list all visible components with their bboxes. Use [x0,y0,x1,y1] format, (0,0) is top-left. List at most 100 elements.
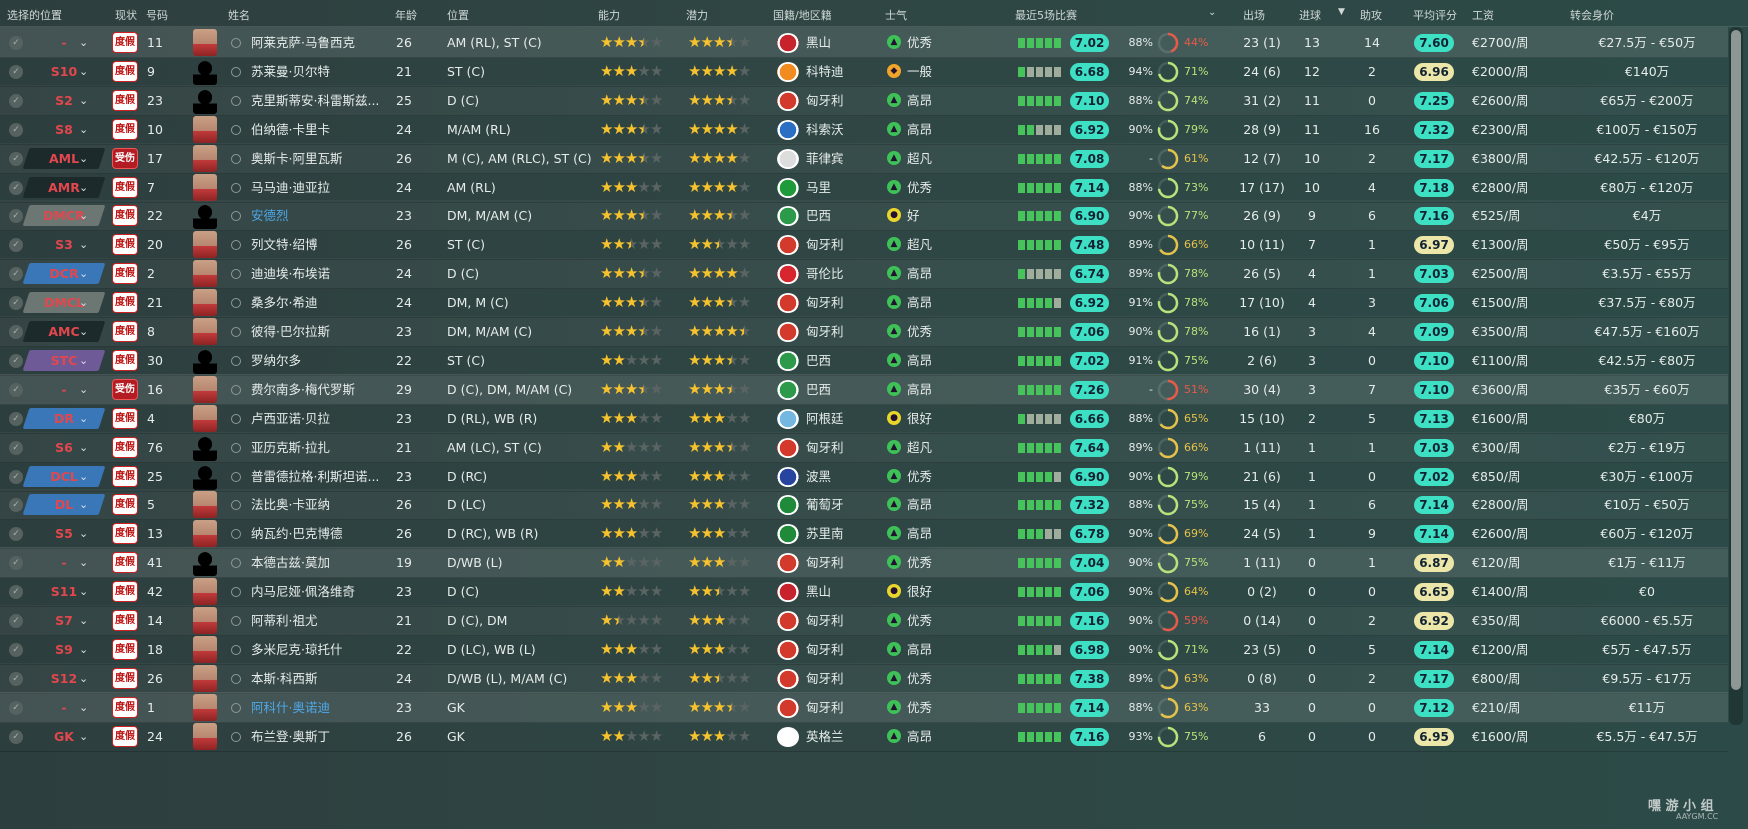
chevron-down-icon[interactable]: ⌄ [79,634,93,665]
player-name[interactable]: 马马迪·迪亚拉 [251,172,399,203]
check-icon[interactable]: ✓ [9,671,23,686]
chevron-down-icon[interactable]: ⌄ [79,374,93,405]
table-row[interactable]: ✓ S9 ⌄ 度假 18 多米尼克·琼托什 22 D (LC), WB (L) … [0,634,1728,665]
header-ability[interactable]: 能力 [598,7,620,23]
player-name[interactable]: 法比奥·卡亚纳 [251,489,399,520]
scrollbar-thumb[interactable] [1731,30,1741,690]
header-select-pos[interactable]: 选择的位置 [7,7,62,23]
table-row[interactable]: ✓ AMR ⌄ 度假 7 马马迪·迪亚拉 24 AM (RL) ★★★★★ ★★… [0,172,1728,203]
check-icon[interactable]: ✓ [9,353,23,368]
player-name[interactable]: 列文特·绍博 [251,229,399,260]
table-row[interactable]: ✓ DR ⌄ 度假 4 卢西亚诺·贝拉 23 D (RL), WB (R) ★★… [0,403,1728,434]
table-row[interactable]: ✓ S10 ⌄ 度假 9 苏莱曼·贝尔特 21 ST (C) ★★★★★ ★★★… [0,56,1728,87]
header-avg-rating[interactable]: 平均评分 [1413,7,1457,23]
header-value[interactable]: 转会身价 [1570,7,1614,23]
check-icon[interactable]: ✓ [9,296,23,311]
table-row[interactable]: ✓ AMC ⌄ 度假 8 彼得·巴尔拉斯 23 DM, M/AM (C) ★★★… [0,316,1728,347]
chevron-down-icon[interactable]: ⌄ [79,461,93,492]
table-row[interactable]: ✓ S11 ⌄ 度假 42 内马尼娅·佩洛维奇 23 D (C) ★★★★★ ★… [0,576,1728,608]
header-status[interactable]: 现状 [115,7,137,23]
table-row[interactable]: ✓ S12 ⌄ 度假 26 本斯·科西斯 24 D/WB (L), M/AM (… [0,662,1728,694]
chevron-down-icon[interactable]: ⌄ [1208,7,1216,18]
table-row[interactable]: ✓ S5 ⌄ 度假 13 纳瓦约·巴克博德 26 D (RC), WB (R) … [0,518,1728,550]
chevron-down-icon[interactable]: ⌄ [79,172,93,203]
check-icon[interactable]: ✓ [9,642,23,657]
check-icon[interactable]: ✓ [9,122,23,137]
player-name[interactable]: 布兰登·奥斯丁 [251,721,399,752]
chevron-down-icon[interactable]: ⌄ [79,547,93,578]
chevron-down-icon[interactable]: ⌄ [79,143,93,174]
check-icon[interactable]: ✓ [9,700,23,715]
table-row[interactable]: ✓ - ⌄ 度假 1 阿科什·奥诺迪 23 GK ★★★★★ ★★★★★ 匈牙利… [0,691,1728,723]
check-icon[interactable]: ✓ [9,585,23,600]
table-row[interactable]: ✓ DCR ⌄ 度假 2 迪迪埃·布埃诺 24 D (C) ★★★★★ ★★★★… [0,258,1728,290]
header-name[interactable]: 姓名 [228,7,250,23]
table-row[interactable]: ✓ - ⌄ 受伤 16 费尔南多·梅代罗斯 29 D (C), DM, M/AM… [0,373,1728,405]
player-name[interactable]: 亚历克斯·拉扎 [251,432,399,463]
header-age[interactable]: 年龄 [395,7,417,23]
chevron-down-icon[interactable]: ⌄ [79,403,93,434]
header-morale[interactable]: 士气 [885,7,907,23]
chevron-down-icon[interactable]: ⌄ [79,287,93,318]
header-last5[interactable]: 最近5场比赛 [1015,7,1077,23]
player-name[interactable]: 阿蒂利·祖尤 [251,605,399,636]
check-icon[interactable]: ✓ [9,614,23,628]
check-icon[interactable]: ✓ [9,411,23,426]
chevron-down-icon[interactable]: ⌄ [79,85,93,116]
player-name[interactable]: 安德烈 [251,200,399,231]
table-row[interactable]: ✓ AML ⌄ 受伤 17 奥斯卡·阿里瓦斯 26 M (C), AM (RLC… [0,142,1728,174]
header-nationality[interactable]: 国籍/地区籍 [773,7,832,23]
table-row[interactable]: ✓ S7 ⌄ 度假 14 阿蒂利·祖尤 21 D (C), DM ★★★★★ ★… [0,605,1728,636]
chevron-down-icon[interactable]: ⌄ [79,345,93,376]
player-name[interactable]: 普雷德拉格·利斯坦诺... [251,461,399,492]
player-name[interactable]: 克里斯蒂安·科雷斯兹... [251,85,399,116]
check-icon[interactable]: ✓ [9,36,23,50]
chevron-down-icon[interactable]: ⌄ [79,489,93,520]
player-name[interactable]: 奥斯卡·阿里瓦斯 [251,143,399,174]
table-row[interactable]: ✓ GK ⌄ 度假 24 布兰登·奥斯丁 26 GK ★★★★★ ★★★★★ 英… [0,721,1728,752]
header-number[interactable]: 号码 [146,7,168,23]
chevron-down-icon[interactable]: ⌄ [79,114,93,145]
header-apps[interactable]: 出场 [1243,7,1265,23]
check-icon[interactable]: ✓ [9,729,23,744]
player-name[interactable]: 彼得·巴尔拉斯 [251,316,399,347]
table-row[interactable]: ✓ S8 ⌄ 度假 10 伯纳德·卡里卡 24 M/AM (RL) ★★★★★ … [0,114,1728,145]
chevron-down-icon[interactable]: ⌄ [79,316,93,347]
table-row[interactable]: ✓ - ⌄ 度假 41 本德古兹·莫加 19 D/WB (L) ★★★★★ ★★… [0,547,1728,579]
check-icon[interactable]: ✓ [9,498,23,513]
check-icon[interactable]: ✓ [9,93,23,108]
chevron-down-icon[interactable]: ⌄ [79,200,93,231]
player-name[interactable]: 多米尼克·琼托什 [251,634,399,665]
sort-desc-icon[interactable]: ▼ [1338,7,1345,17]
header-potential[interactable]: 潜力 [686,7,708,23]
player-name[interactable]: 本斯·科西斯 [251,663,399,694]
check-icon[interactable]: ✓ [9,527,23,542]
table-row[interactable]: ✓ DCL ⌄ 度假 25 普雷德拉格·利斯坦诺... 23 D (RC) ★★… [0,461,1728,492]
player-name[interactable]: 卢西亚诺·贝拉 [251,403,399,434]
chevron-down-icon[interactable]: ⌄ [79,27,93,58]
header-goals[interactable]: 进球 [1299,7,1321,23]
chevron-down-icon[interactable]: ⌄ [79,518,93,549]
chevron-down-icon[interactable]: ⌄ [79,663,93,694]
check-icon[interactable]: ✓ [9,209,23,224]
player-name[interactable]: 本德古兹·莫加 [251,547,399,578]
chevron-down-icon[interactable]: ⌄ [79,576,93,607]
player-name[interactable]: 伯纳德·卡里卡 [251,114,399,145]
chevron-down-icon[interactable]: ⌄ [79,56,93,87]
chevron-down-icon[interactable]: ⌄ [79,692,93,723]
check-icon[interactable]: ✓ [9,151,23,166]
check-icon[interactable]: ✓ [9,382,23,397]
check-icon[interactable]: ✓ [9,556,23,571]
check-icon[interactable]: ✓ [9,267,23,282]
chevron-down-icon[interactable]: ⌄ [79,229,93,260]
chevron-down-icon[interactable]: ⌄ [79,432,93,463]
player-name[interactable]: 桑多尔·希迪 [251,287,399,318]
check-icon[interactable]: ✓ [9,238,23,253]
check-icon[interactable]: ✓ [9,440,23,455]
header-wage[interactable]: 工资 [1472,7,1494,23]
header-position[interactable]: 位置 [447,7,469,23]
player-name[interactable]: 罗纳尔多 [251,345,399,376]
player-name[interactable]: 阿科什·奥诺迪 [251,692,399,723]
table-row[interactable]: ✓ STC ⌄ 度假 30 罗纳尔多 22 ST (C) ★★★★★ ★★★★★… [0,345,1728,376]
table-row[interactable]: ✓ DMCR ⌄ 度假 22 安德烈 23 DM, M/AM (C) ★★★★★… [0,200,1728,232]
